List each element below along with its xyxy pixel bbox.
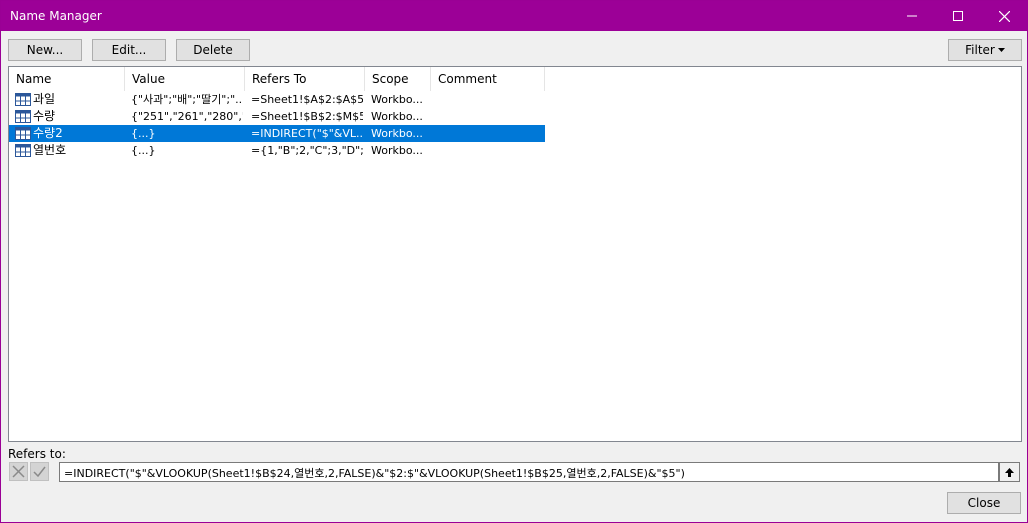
row-value: {...} xyxy=(131,127,156,140)
column-header-label: Name xyxy=(16,72,52,86)
minimize-button[interactable] xyxy=(889,1,935,31)
column-header-refers-to[interactable]: Refers To xyxy=(245,67,365,91)
row-value: {"사과";"배";"딸기";"... xyxy=(131,93,243,106)
row-refers-to: =Sheet1!$B$2:$M$5 xyxy=(251,110,363,123)
table-row[interactable]: 열번호 {...} ={1,"B";2,"C";3,"D";4... Workb… xyxy=(9,142,545,159)
column-header-label: Value xyxy=(132,72,165,86)
filter-button[interactable]: Filter xyxy=(948,39,1022,61)
row-name: 과일 xyxy=(33,92,56,106)
row-scope: Workbo... xyxy=(371,127,423,140)
row-refers-to: =INDIRECT("$"&VL... xyxy=(251,127,363,140)
table-row[interactable]: 수량 {"251","261","280","... =Sheet1!$B$2:… xyxy=(9,108,545,125)
row-comment xyxy=(437,143,543,159)
collapse-dialog-icon xyxy=(1005,467,1014,477)
table-name-icon xyxy=(15,93,31,106)
close-icon xyxy=(998,10,1010,22)
maximize-icon xyxy=(953,11,963,21)
delete-button-label: Delete xyxy=(193,43,233,57)
window-title: Name Manager xyxy=(10,9,102,23)
minimize-icon xyxy=(907,15,917,17)
delete-button[interactable]: Delete xyxy=(176,39,250,61)
row-comment xyxy=(437,92,543,108)
row-refers-to: =Sheet1!$A$2:$A$5 xyxy=(251,93,363,106)
edit-button-label: Edit... xyxy=(111,43,147,57)
maximize-button[interactable] xyxy=(935,1,981,31)
table-row[interactable]: 과일 {"사과";"배";"딸기";"... =Sheet1!$A$2:$A$5… xyxy=(9,91,545,108)
close-window-button[interactable] xyxy=(981,1,1027,31)
table-name-icon xyxy=(15,110,31,123)
filter-button-label: Filter xyxy=(965,43,995,57)
column-header-label: Scope xyxy=(372,72,409,86)
refers-to-label: Refers to: xyxy=(8,447,66,461)
names-list[interactable]: Name Value Refers To Scope Comment 과일 {"… xyxy=(8,66,1022,442)
cancel-x-icon xyxy=(12,465,25,478)
column-header-name[interactable]: Name xyxy=(9,67,125,91)
close-button-label: Close xyxy=(967,496,1001,510)
column-header-comment[interactable]: Comment xyxy=(431,67,545,91)
column-header-scope[interactable]: Scope xyxy=(365,67,431,91)
cancel-edit-button[interactable] xyxy=(9,462,28,481)
row-comment xyxy=(437,126,543,142)
refers-to-label-text: Refers to: xyxy=(8,447,66,461)
new-button-label: New... xyxy=(26,43,64,57)
row-scope: Workbo... xyxy=(371,144,423,157)
row-name: 열번호 xyxy=(33,143,67,157)
accept-edit-button[interactable] xyxy=(30,462,49,481)
accept-check-icon xyxy=(33,466,46,478)
edit-button[interactable]: Edit... xyxy=(92,39,166,61)
collapse-dialog-button[interactable] xyxy=(999,462,1020,482)
row-refers-to: ={1,"B";2,"C";3,"D";4... xyxy=(251,144,363,157)
column-header-value[interactable]: Value xyxy=(125,67,245,91)
name-manager-dialog: Name Manager New... Edit... Delete Filte… xyxy=(0,0,1028,523)
close-button[interactable]: Close xyxy=(947,492,1021,514)
table-row-selected[interactable]: 수량2 {...} =INDIRECT("$"&VL... Workbo... xyxy=(9,125,545,142)
row-scope: Workbo... xyxy=(371,93,423,106)
column-header-label: Comment xyxy=(438,72,497,86)
table-name-icon xyxy=(15,144,31,157)
column-header-label: Refers To xyxy=(252,72,307,86)
row-value: {...} xyxy=(131,144,156,157)
row-scope: Workbo... xyxy=(371,110,423,123)
title-bar[interactable]: Name Manager xyxy=(1,1,1027,31)
dropdown-caret-icon xyxy=(997,48,1005,52)
table-name-icon xyxy=(15,127,31,140)
row-name: 수량2 xyxy=(33,126,63,140)
row-comment xyxy=(437,109,543,125)
row-value: {"251","261","280","... xyxy=(131,110,243,123)
new-button[interactable]: New... xyxy=(8,39,82,61)
refers-to-input[interactable]: =INDIRECT("$"&VLOOKUP(Sheet1!$B$24,열번호,2… xyxy=(59,462,999,482)
row-name: 수량 xyxy=(33,109,56,123)
